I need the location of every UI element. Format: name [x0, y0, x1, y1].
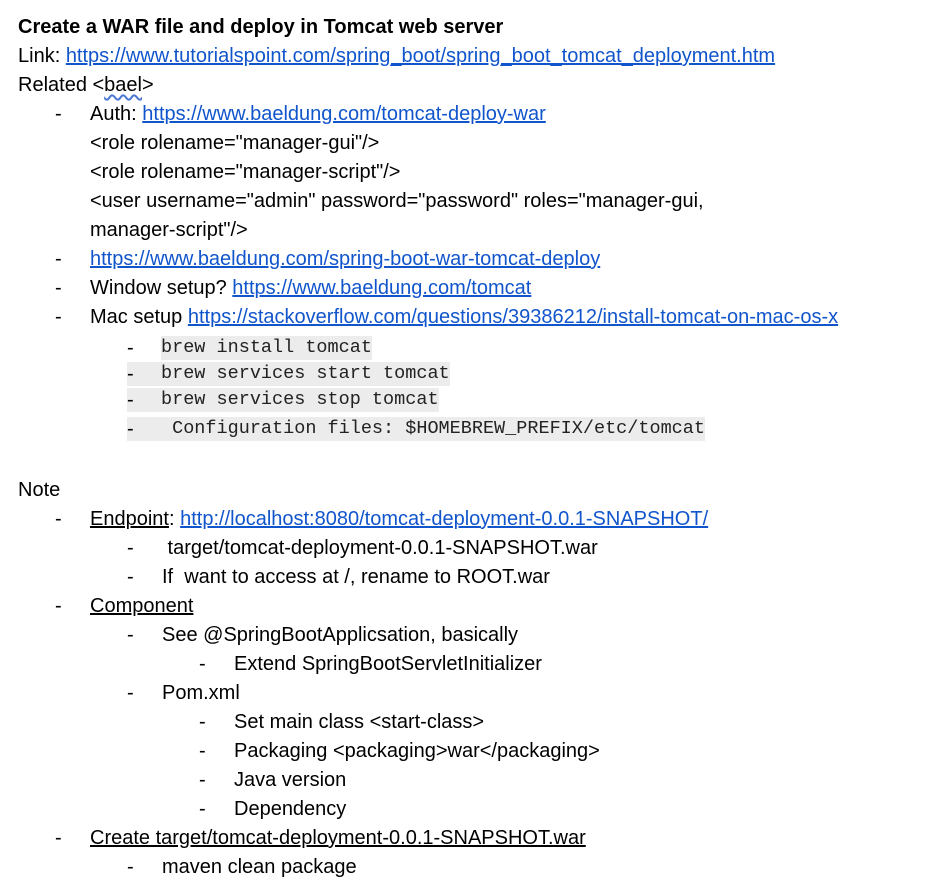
- list-bullet: -: [55, 508, 62, 530]
- endpoint-item: Endpoint: http://localhost:8080/tomcat-d…: [90, 505, 708, 534]
- list-bullet: -: [127, 624, 134, 646]
- localhost-link[interactable]: http://localhost:8080/tomcat-deployment-…: [180, 508, 708, 530]
- list-bullet: -: [199, 769, 206, 791]
- related-prefix: Related <: [18, 74, 105, 96]
- baeldung-tomcat-link[interactable]: https://www.baeldung.com/tomcat: [232, 277, 531, 299]
- component-heading: Component: [90, 595, 194, 617]
- auth-label: Auth:: [90, 103, 143, 125]
- user-line-1: <user username="admin" password="passwor…: [90, 190, 704, 212]
- list-bullet: -: [127, 537, 134, 559]
- component-see: See @SpringBootApplicsation, basically: [162, 624, 519, 646]
- code-line: Configuration files: $HOMEBREW_PREFIX/et…: [161, 417, 705, 441]
- endpoint-label: Endpoint: [90, 508, 169, 530]
- baeldung-war-tomcat-link[interactable]: https://www.baeldung.com/spring-boot-war…: [90, 248, 600, 270]
- document-title: Create a WAR file and deploy in Tomcat w…: [18, 16, 504, 38]
- war-item: https://www.baeldung.com/spring-boot-war…: [90, 245, 600, 274]
- list-bullet: -: [199, 653, 206, 675]
- user-line-2: manager-script"/>: [90, 219, 248, 241]
- list-bullet: -: [199, 711, 206, 733]
- code-bullet: -: [127, 337, 134, 359]
- list-bullet: -: [127, 682, 134, 704]
- related-line: Related <bael>: [18, 71, 154, 100]
- maven-command: maven clean package: [162, 856, 357, 878]
- code-bullet: -: [127, 362, 161, 386]
- list-bullet: -: [55, 277, 62, 299]
- pom-item: Dependency: [234, 798, 347, 820]
- stackoverflow-link[interactable]: https://stackoverflow.com/questions/3938…: [188, 306, 838, 328]
- window-label: Window setup?: [90, 277, 233, 299]
- link-label: Link:: [18, 45, 66, 67]
- pom-heading: Pom.xml: [162, 682, 240, 704]
- related-word: bael: [104, 74, 142, 96]
- pom-item: Set main class <start-class>: [234, 711, 485, 733]
- list-bullet: -: [199, 798, 206, 820]
- document: Create a WAR file and deploy in Tomcat w…: [0, 0, 932, 890]
- code-bullet: -: [127, 388, 161, 412]
- code-line: brew services start tomcat: [161, 362, 450, 386]
- list-bullet: -: [55, 827, 62, 849]
- create-war-heading: Create target/tomcat-deployment-0.0.1-SN…: [90, 827, 586, 849]
- pom-item: Packaging <packaging>war</packaging>: [234, 740, 600, 762]
- pom-item: Java version: [234, 769, 347, 791]
- role-manager-gui: <role rolename="manager-gui"/>: [90, 132, 380, 154]
- tutorialspoint-link[interactable]: https://www.tutorialspoint.com/spring_bo…: [66, 45, 775, 67]
- code-line: brew services stop tomcat: [161, 388, 439, 412]
- code-line: brew install tomcat: [161, 336, 372, 360]
- mac-item: Mac setup https://stackoverflow.com/ques…: [90, 303, 838, 332]
- list-bullet: -: [127, 566, 134, 588]
- component-extend: Extend SpringBootServletInitializer: [234, 653, 542, 675]
- list-bullet: -: [55, 595, 62, 617]
- role-manager-script: <role rolename="manager-script"/>: [90, 161, 401, 183]
- auth-item: Auth: https://www.baeldung.com/tomcat-de…: [90, 100, 546, 129]
- list-bullet: -: [199, 740, 206, 762]
- link-line: Link: https://www.tutorialspoint.com/spr…: [18, 42, 775, 71]
- list-bullet: -: [127, 856, 134, 878]
- list-bullet: -: [55, 103, 62, 125]
- related-suffix: >: [141, 74, 154, 96]
- endpoint-war-path: target/tomcat-deployment-0.0.1-SNAPSHOT.…: [162, 537, 598, 559]
- endpoint-root-note: If want to access at /, rename to ROOT.w…: [162, 566, 550, 588]
- mac-label: Mac setup: [90, 306, 188, 328]
- window-item: Window setup? https://www.baeldung.com/t…: [90, 274, 531, 303]
- list-bullet: -: [55, 248, 62, 270]
- list-bullet: -: [55, 306, 62, 328]
- note-heading: Note: [18, 479, 61, 501]
- endpoint-colon: :: [168, 508, 181, 530]
- baeldung-deploy-war-link[interactable]: https://www.baeldung.com/tomcat-deploy-w…: [142, 103, 546, 125]
- code-bullet: -: [127, 417, 161, 441]
